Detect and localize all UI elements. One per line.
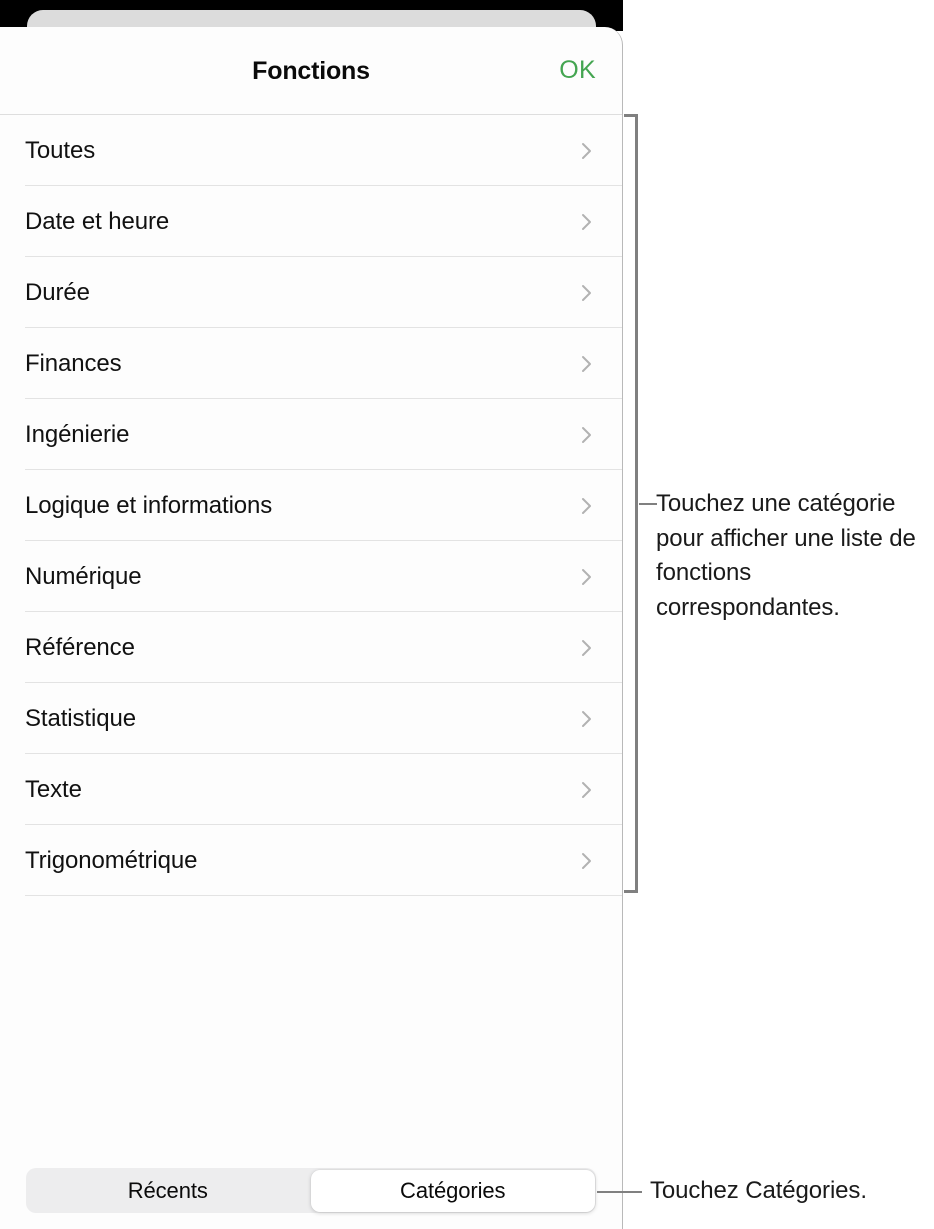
category-list: Toutes Date et heure Durée Finances Ingénier…	[0, 115, 622, 896]
category-row[interactable]: Finances	[0, 328, 622, 399]
category-label: Durée	[25, 278, 90, 306]
chevron-right-icon	[578, 355, 596, 373]
category-label: Toutes	[25, 136, 96, 164]
annotation-bracket-list	[624, 114, 638, 893]
screenshot-root: Fonctions OK Toutes Date et heure Durée Fin…	[0, 0, 934, 1229]
tab-label: Catégories	[400, 1177, 506, 1203]
leader-line-category	[639, 503, 657, 505]
category-label: Référence	[25, 633, 135, 661]
category-label: Numérique	[25, 562, 142, 590]
category-label: Logique et informations	[25, 491, 273, 519]
category-row[interactable]: Statistique	[0, 683, 622, 754]
chevron-right-icon	[578, 213, 596, 231]
category-label: Ingénierie	[25, 420, 130, 448]
category-row[interactable]: Référence	[0, 612, 622, 683]
category-label: Trigonométrique	[25, 846, 198, 874]
tab-r-cents[interactable]: Récents	[26, 1168, 310, 1213]
category-row[interactable]: Date et heure	[0, 186, 622, 257]
tab-cat-gories[interactable]: Catégories	[311, 1169, 595, 1212]
category-label: Finances	[25, 349, 122, 377]
bracket-tick-bottom	[624, 890, 638, 893]
category-row[interactable]: Texte	[0, 754, 622, 825]
ok-button[interactable]: OK	[559, 56, 596, 85]
category-row[interactable]: Ingénierie	[0, 399, 622, 470]
category-label: Texte	[25, 775, 82, 803]
panel-header: Fonctions OK	[0, 27, 622, 115]
category-row[interactable]: Numérique	[0, 541, 622, 612]
callout-category-text: Touchez une catégorie pour afficher une …	[656, 490, 916, 621]
category-row[interactable]: Trigonométrique	[0, 825, 622, 896]
chevron-right-icon	[578, 568, 596, 586]
tab-label: Récents	[127, 1177, 208, 1203]
functions-popover-panel: Fonctions OK Toutes Date et heure Durée Fin…	[0, 27, 623, 1229]
category-row[interactable]: Toutes	[0, 115, 622, 186]
chevron-right-icon	[578, 781, 596, 799]
chevron-right-icon	[578, 497, 596, 515]
chevron-right-icon	[578, 426, 596, 444]
category-row[interactable]: Durée	[0, 257, 622, 328]
category-label: Date et heure	[25, 207, 170, 235]
chevron-right-icon	[578, 639, 596, 657]
chevron-right-icon	[578, 710, 596, 728]
category-row[interactable]: Logique et informations	[0, 470, 622, 541]
category-label: Statistique	[25, 704, 136, 732]
page-title: Fonctions	[252, 57, 370, 85]
segmented-control[interactable]: Récents Catégories	[26, 1168, 596, 1213]
bottom-tabbar: Récents Catégories	[0, 1139, 622, 1229]
chevron-right-icon	[578, 284, 596, 302]
chevron-right-icon	[578, 142, 596, 160]
callout-tab-text: Touchez Catégories.	[650, 1177, 867, 1204]
chevron-right-icon	[578, 852, 596, 870]
bracket-vertical-line	[635, 114, 638, 893]
leader-line-tab	[597, 1191, 642, 1193]
